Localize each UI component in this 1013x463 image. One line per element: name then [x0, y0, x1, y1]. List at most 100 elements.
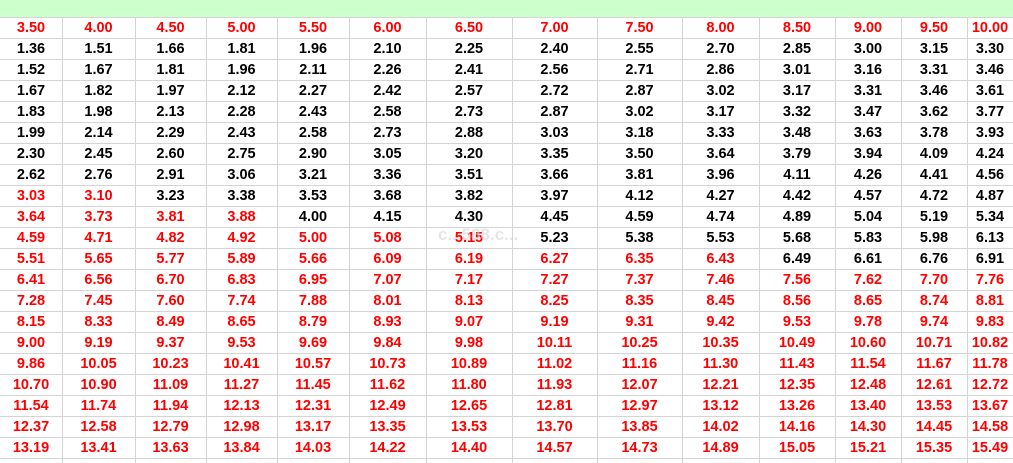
table-cell[interactable]: 2.14 — [62, 123, 135, 144]
table-cell[interactable]: 1.36 — [0, 39, 62, 60]
table-cell[interactable]: 1.96 — [206, 60, 277, 81]
table-cell[interactable]: 3.15 — [901, 39, 967, 60]
table-cell[interactable]: 3.00 — [835, 39, 901, 60]
table-cell[interactable]: 10.89 — [426, 354, 512, 375]
header-cell[interactable]: 7.50 — [597, 18, 682, 39]
table-cell[interactable]: 13.53 — [901, 396, 967, 417]
table-cell[interactable]: 9.19 — [512, 312, 597, 333]
table-cell[interactable]: 12.97 — [597, 396, 682, 417]
table-cell[interactable]: 4.72 — [901, 186, 967, 207]
table-cell[interactable]: 9.74 — [901, 312, 967, 333]
table-cell[interactable]: 3.33 — [682, 123, 759, 144]
table-cell[interactable]: 3.51 — [426, 165, 512, 186]
table-cell[interactable]: 12.07 — [597, 375, 682, 396]
table-cell[interactable]: 7.27 — [512, 270, 597, 291]
table-cell[interactable]: 3.35 — [512, 144, 597, 165]
table-cell[interactable]: 4.26 — [835, 165, 901, 186]
table-cell[interactable]: 2.91 — [135, 165, 206, 186]
table-cell[interactable]: 4.82 — [135, 228, 206, 249]
table-cell[interactable]: 6.43 — [682, 249, 759, 270]
table-cell[interactable]: 3.03 — [512, 123, 597, 144]
table-cell[interactable]: 3.46 — [901, 81, 967, 102]
table-cell[interactable]: 14.58 — [967, 417, 1013, 438]
table-cell[interactable]: 3.31 — [835, 81, 901, 102]
table-cell[interactable]: 5.00 — [277, 228, 349, 249]
table-cell[interactable]: 6.95 — [277, 270, 349, 291]
table-cell[interactable]: 3.02 — [682, 81, 759, 102]
table-cell[interactable]: 2.75 — [206, 144, 277, 165]
table-cell[interactable]: 10.60 — [835, 333, 901, 354]
table-cell[interactable]: 15.49 — [967, 438, 1013, 459]
table-cell[interactable]: 8.81 — [967, 291, 1013, 312]
table-cell[interactable]: 13.63 — [135, 438, 206, 459]
table-cell[interactable]: 3.16 — [835, 60, 901, 81]
table-cell[interactable]: 3.63 — [835, 123, 901, 144]
table-cell[interactable]: 1.82 — [62, 81, 135, 102]
table-cell[interactable]: 2.73 — [426, 102, 512, 123]
table-cell[interactable]: 12.58 — [62, 417, 135, 438]
table-cell[interactable]: 3.96 — [682, 165, 759, 186]
header-cell[interactable]: 9.50 — [901, 18, 967, 39]
table-cell[interactable]: 11.93 — [512, 375, 597, 396]
table-cell[interactable]: 3.78 — [901, 123, 967, 144]
table-cell[interactable]: 4.59 — [0, 228, 62, 249]
table-cell[interactable]: 10.70 — [0, 375, 62, 396]
table-cell[interactable]: 3.30 — [967, 39, 1013, 60]
table-cell[interactable]: 2.76 — [62, 165, 135, 186]
table-cell[interactable]: 14.89 — [682, 438, 759, 459]
table-cell[interactable]: 5.77 — [135, 249, 206, 270]
table-cell[interactable]: 7.76 — [967, 270, 1013, 291]
table-cell[interactable]: 11.02 — [512, 354, 597, 375]
table-cell[interactable]: 9.78 — [835, 312, 901, 333]
table-cell[interactable]: 7.62 — [835, 270, 901, 291]
table-cell[interactable]: 12.35 — [759, 375, 835, 396]
table-cell[interactable]: 10.05 — [62, 354, 135, 375]
table-cell[interactable]: 8.33 — [62, 312, 135, 333]
table-cell[interactable]: 2.90 — [277, 144, 349, 165]
table-cell[interactable]: 5.89 — [206, 249, 277, 270]
table-cell[interactable]: 3.47 — [835, 102, 901, 123]
table-cell[interactable]: 2.88 — [426, 123, 512, 144]
table-cell[interactable]: 10.73 — [349, 354, 426, 375]
table-cell[interactable]: 11.45 — [277, 375, 349, 396]
table-cell[interactable]: 2.62 — [0, 165, 62, 186]
table-cell[interactable]: 12.61 — [901, 375, 967, 396]
table-cell[interactable]: 12.98 — [206, 417, 277, 438]
table-cell[interactable]: 3.79 — [759, 144, 835, 165]
header-cell[interactable]: 8.00 — [682, 18, 759, 39]
table-cell[interactable]: 1.83 — [0, 102, 62, 123]
table-cell[interactable]: 6.41 — [0, 270, 62, 291]
table-cell[interactable]: 8.56 — [759, 291, 835, 312]
table-cell[interactable]: 9.19 — [62, 333, 135, 354]
table-cell[interactable]: 15.05 — [759, 438, 835, 459]
table-cell[interactable]: 8.65 — [835, 291, 901, 312]
table-cell[interactable]: 7.07 — [349, 270, 426, 291]
table-cell[interactable]: 12.65 — [426, 396, 512, 417]
header-cell[interactable]: 10.00 — [967, 18, 1013, 39]
table-cell[interactable]: 7.60 — [135, 291, 206, 312]
table-cell[interactable]: 1.98 — [62, 102, 135, 123]
table-cell[interactable]: 2.13 — [135, 102, 206, 123]
table-cell[interactable]: 3.03 — [0, 186, 62, 207]
table-cell[interactable]: 2.73 — [349, 123, 426, 144]
table-cell[interactable]: 1.52 — [0, 60, 62, 81]
table-cell[interactable]: 13.84 — [206, 438, 277, 459]
table-cell[interactable]: 2.85 — [759, 39, 835, 60]
table-cell[interactable]: 6.70 — [135, 270, 206, 291]
table-cell[interactable]: 4.57 — [835, 186, 901, 207]
table-cell[interactable]: 10.82 — [967, 333, 1013, 354]
table-cell[interactable]: 3.53 — [277, 186, 349, 207]
table-cell[interactable]: 4.92 — [206, 228, 277, 249]
table-cell[interactable]: 2.60 — [135, 144, 206, 165]
table-cell[interactable]: 12.13 — [206, 396, 277, 417]
table-cell[interactable]: 2.41 — [426, 60, 512, 81]
table-cell[interactable]: 2.55 — [597, 39, 682, 60]
table-cell[interactable]: 9.83 — [967, 312, 1013, 333]
table-cell[interactable]: 1.67 — [0, 81, 62, 102]
table-cell[interactable]: 2.42 — [349, 81, 426, 102]
table-cell[interactable]: 11.94 — [135, 396, 206, 417]
table-cell[interactable]: 4.56 — [967, 165, 1013, 186]
table-cell[interactable]: 13.53 — [426, 417, 512, 438]
table-cell[interactable]: 11.54 — [835, 354, 901, 375]
table-cell[interactable]: 4.09 — [901, 144, 967, 165]
